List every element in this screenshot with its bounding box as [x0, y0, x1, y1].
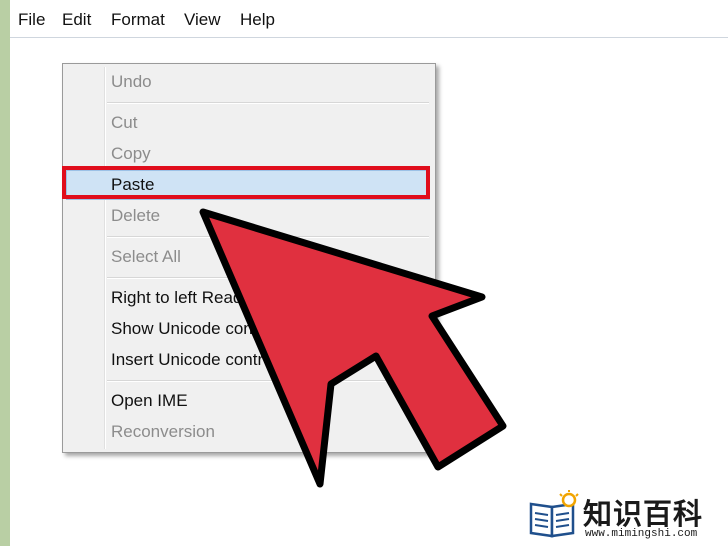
- menu-item-reconversion[interactable]: Reconversion: [66, 417, 430, 447]
- menu-separator: [107, 102, 429, 104]
- menu-edit[interactable]: Edit: [62, 10, 91, 30]
- menu-separator: [107, 277, 429, 279]
- menu-item-label: Open IME: [111, 391, 188, 410]
- context-menu: Undo Cut Copy Paste Delete Select All Ri…: [62, 63, 436, 453]
- menu-item-delete[interactable]: Delete: [66, 201, 430, 231]
- menu-item-rtl-reading-order[interactable]: Right to left Reading order: [66, 283, 430, 313]
- menu-item-label: Delete: [111, 206, 161, 225]
- menu-item-undo[interactable]: Undo: [66, 67, 430, 97]
- menu-item-insert-unicode-control[interactable]: Insert Unicode control character: [66, 345, 430, 375]
- notepad-window: File Edit Format View Help Undo Cut Copy…: [10, 0, 728, 546]
- menu-view[interactable]: View: [184, 10, 221, 30]
- submenu-arrow-icon: [416, 353, 421, 363]
- menu-separator: [107, 236, 429, 238]
- menu-item-label: Reconversion: [111, 422, 215, 441]
- paste-highlight-box: [62, 166, 430, 199]
- menu-item-copy[interactable]: Copy: [66, 139, 430, 169]
- menu-item-label: Copy: [111, 144, 151, 163]
- menu-item-label: Cut: [111, 113, 138, 132]
- menu-item-label: Show Unicode control characters: [111, 319, 361, 338]
- menu-format[interactable]: Format: [111, 10, 165, 30]
- menu-file[interactable]: File: [18, 10, 45, 30]
- menu-separator: [107, 380, 429, 382]
- book-lightbulb-icon: [529, 490, 579, 538]
- menu-item-label: Select All: [111, 247, 181, 266]
- menu-item-label: Undo: [111, 72, 152, 91]
- menu-item-select-all[interactable]: Select All: [66, 242, 430, 272]
- menu-item-label: Right to left Reading order: [111, 288, 310, 307]
- menu-item-show-unicode-control[interactable]: Show Unicode control characters: [66, 314, 430, 344]
- menu-help[interactable]: Help: [240, 10, 275, 30]
- watermark-logo: 知识百科 www.mimingshi.com: [517, 488, 728, 546]
- watermark-url: www.mimingshi.com: [585, 528, 698, 540]
- watermark-title: 知识百科: [583, 497, 704, 531]
- menu-item-label: Insert Unicode control character: [111, 350, 352, 369]
- menu-item-cut[interactable]: Cut: [66, 108, 430, 138]
- menu-bar: File Edit Format View Help: [10, 0, 728, 38]
- menu-item-open-ime[interactable]: Open IME: [66, 386, 430, 416]
